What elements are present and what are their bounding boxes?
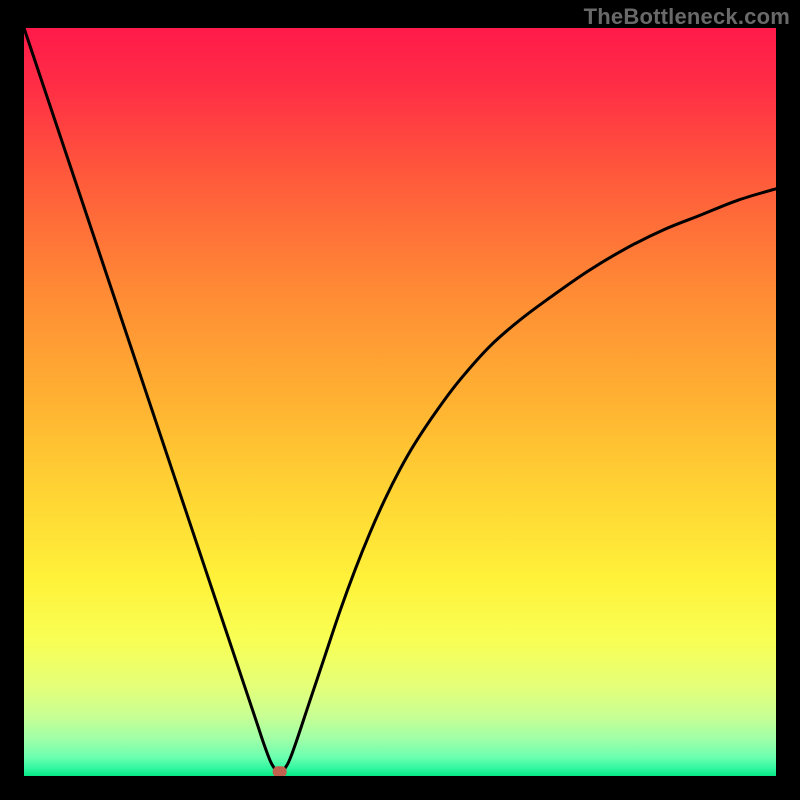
watermark-text: TheBottleneck.com [584, 4, 790, 30]
chart-svg [24, 28, 776, 776]
gradient-background [24, 28, 776, 776]
optimum-marker [273, 766, 287, 776]
black-frame: TheBottleneck.com [0, 0, 800, 800]
plot-area [24, 28, 776, 776]
